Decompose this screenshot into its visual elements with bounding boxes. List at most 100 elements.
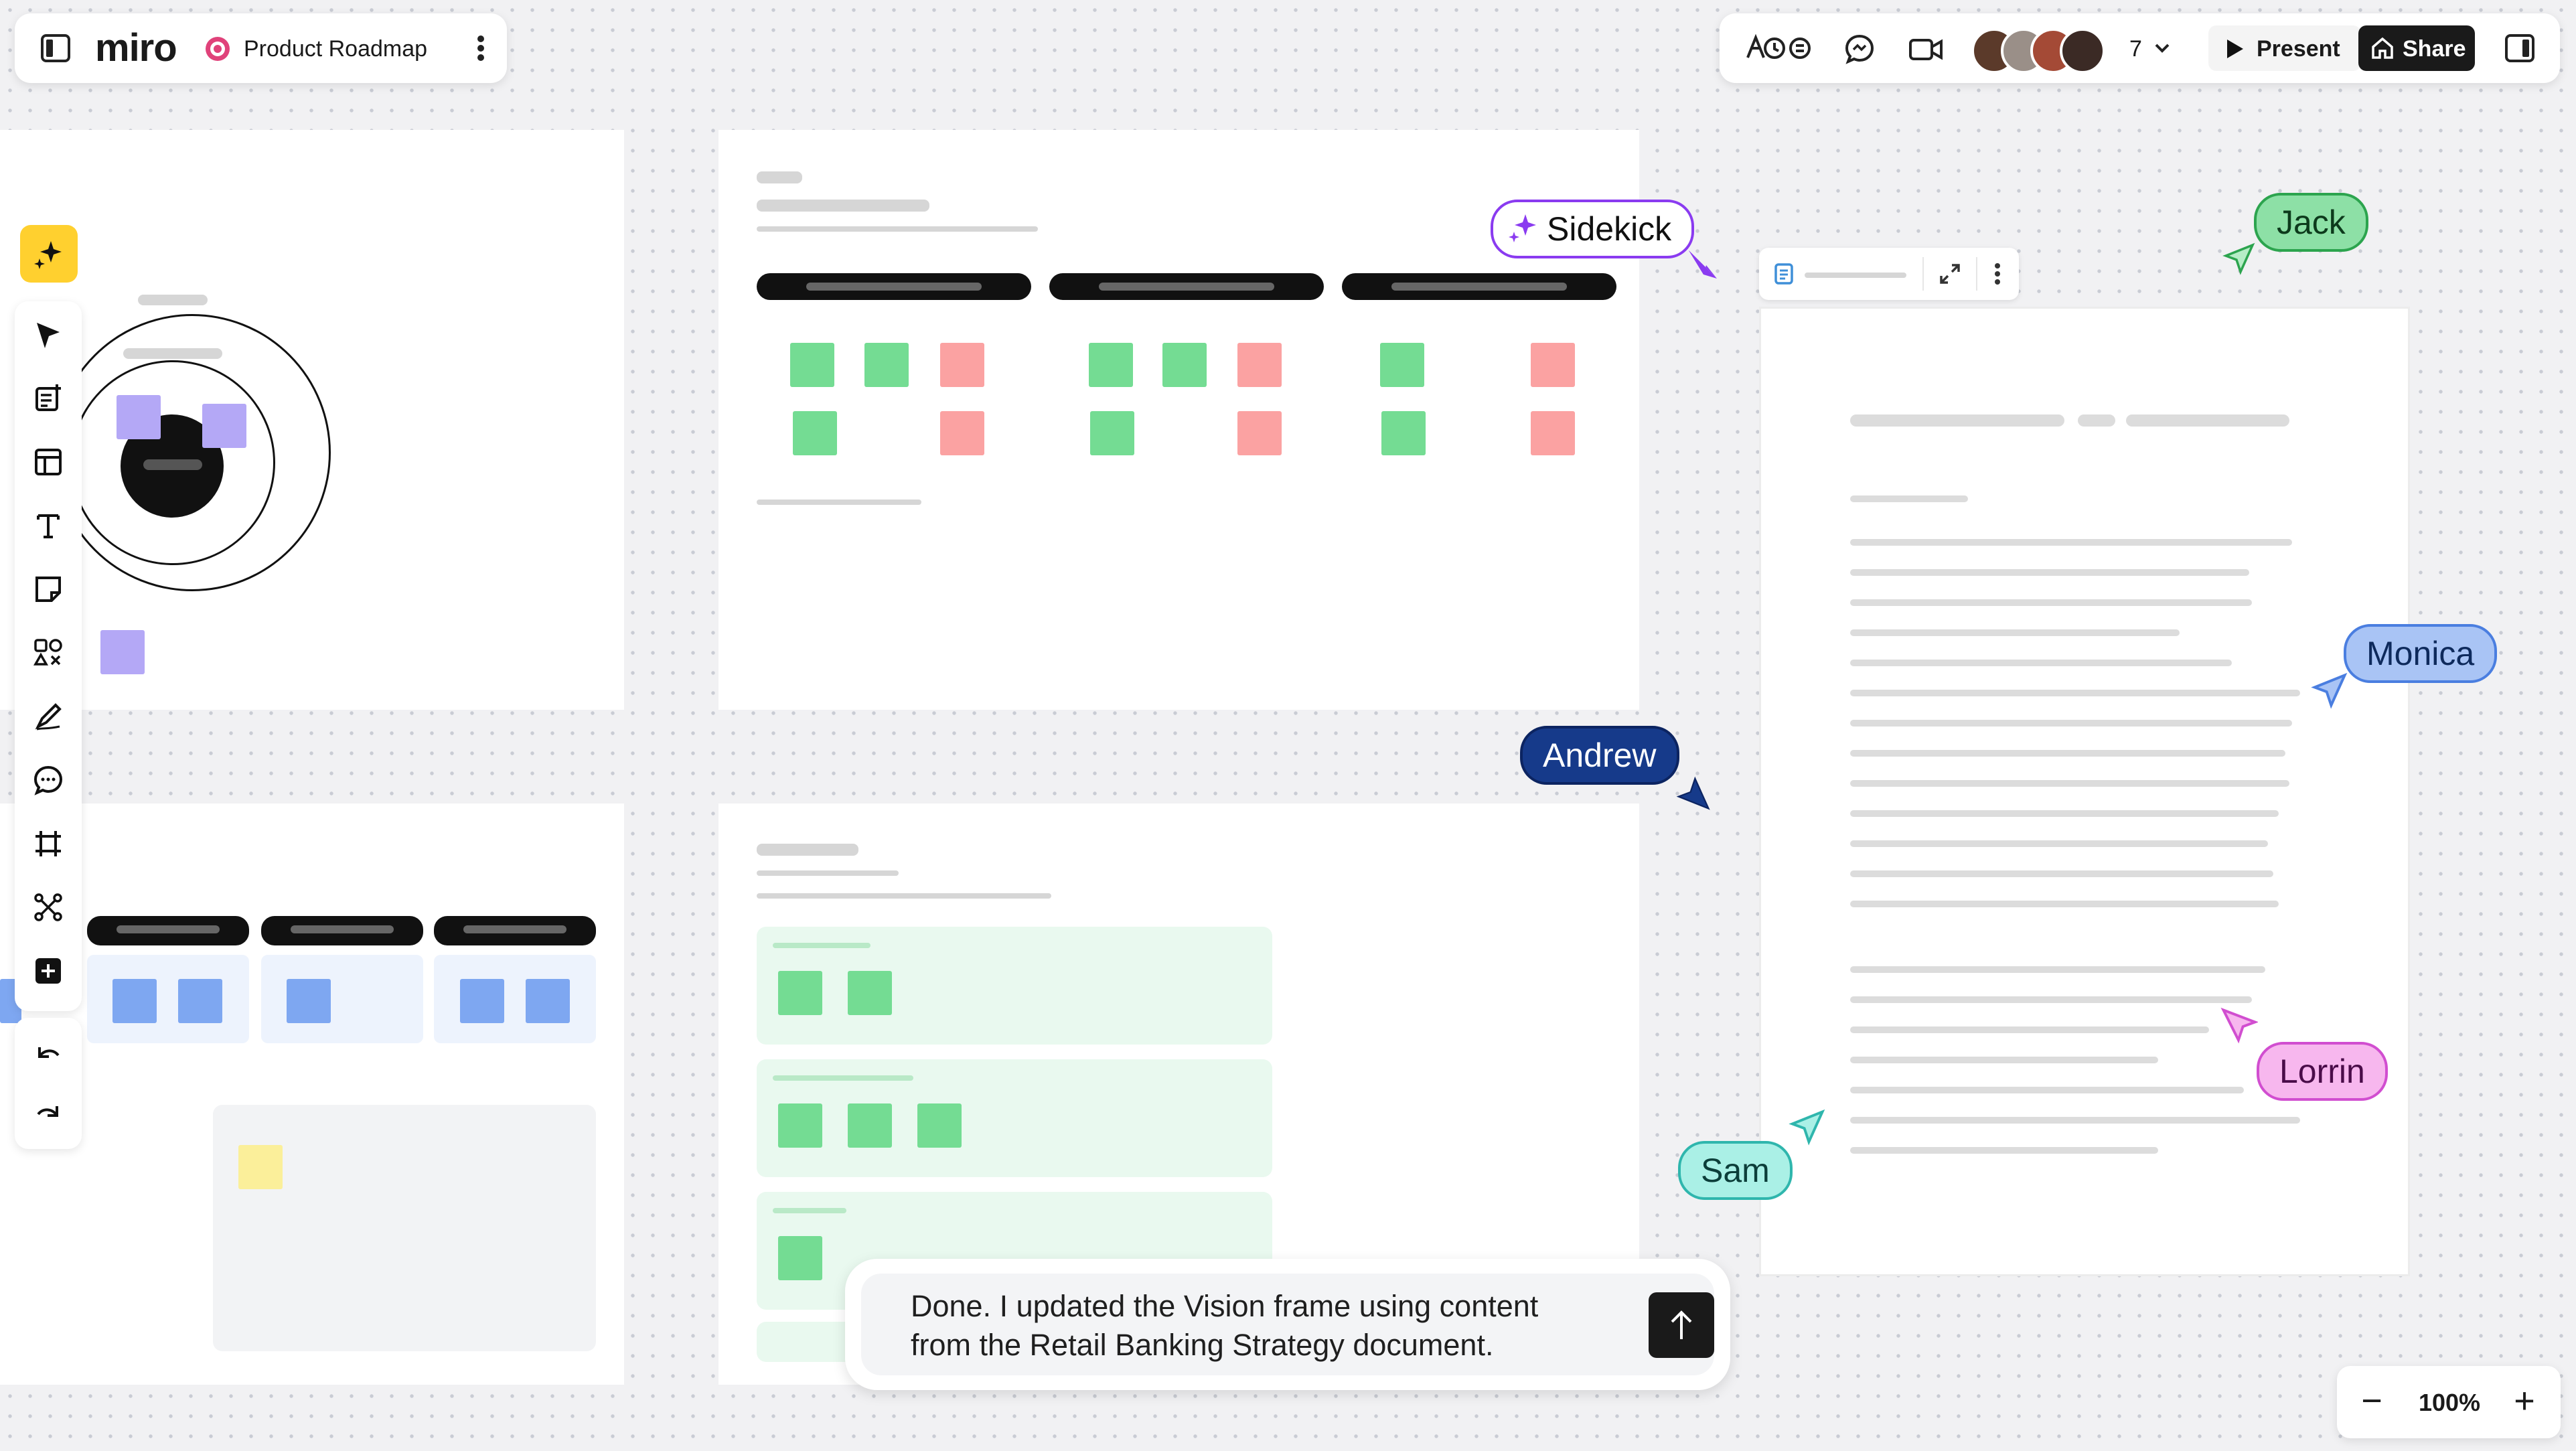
divider (1922, 257, 1924, 291)
sticky-note[interactable] (864, 343, 909, 387)
mindmap-icon (34, 893, 62, 921)
cursor-pointer-icon (1686, 248, 1720, 281)
sticky-note[interactable] (1162, 343, 1207, 387)
sticky-note[interactable] (117, 395, 161, 439)
column-header[interactable] (757, 273, 1031, 300)
board-name[interactable]: Product Roadmap (244, 36, 427, 62)
sticky-note[interactable] (1531, 411, 1575, 455)
frame-vision[interactable] (0, 130, 624, 710)
sticky-note[interactable] (1381, 411, 1426, 455)
sticky-note[interactable] (202, 404, 246, 448)
frame-subtitle-placeholder (757, 893, 1051, 899)
sidebar-toggle-icon[interactable] (40, 33, 71, 63)
doc-text-line (1850, 569, 2249, 576)
frame-title-placeholder (138, 295, 208, 305)
sticky-note[interactable] (778, 1103, 822, 1148)
sticky-note[interactable] (238, 1145, 283, 1189)
sticky-note[interactable] (848, 1103, 892, 1148)
sticky-note[interactable] (1237, 343, 1282, 387)
chevron-down-icon[interactable] (2153, 42, 2171, 55)
column-header[interactable] (434, 916, 596, 945)
sticky-note[interactable] (100, 630, 145, 674)
column-lane (261, 955, 423, 1043)
notes-area[interactable] (213, 1105, 596, 1351)
select-tool[interactable] (15, 312, 82, 359)
cursor-name: Andrew (1543, 737, 1657, 774)
column-header[interactable] (1342, 273, 1616, 300)
sticky-note[interactable] (1089, 343, 1133, 387)
cursor-name: Jack (2277, 204, 2346, 241)
frame-title-placeholder (757, 200, 929, 212)
present-label: Present (2257, 36, 2340, 62)
sticky-note[interactable] (178, 979, 222, 1023)
sticky-note[interactable] (112, 979, 157, 1023)
cursor-label-monica: Monica (2344, 624, 2498, 683)
layout-tool[interactable] (15, 439, 82, 485)
document-toolbar (1759, 248, 2019, 300)
sticky-note[interactable] (940, 411, 984, 455)
document-page[interactable] (1759, 307, 2410, 1276)
undo-button[interactable] (15, 1033, 82, 1079)
chat-icon[interactable] (1844, 33, 1875, 64)
sticky-note-tool[interactable] (15, 566, 82, 613)
doc-text-line (1850, 1147, 2158, 1154)
frame-tool[interactable] (15, 820, 82, 867)
miro-logo[interactable]: miro (95, 25, 177, 70)
frame-roadmap[interactable] (0, 804, 624, 1385)
sticky-note[interactable] (460, 979, 504, 1023)
list-card[interactable] (757, 927, 1272, 1045)
templates-tool[interactable] (15, 375, 82, 422)
cursor-pointer-icon (2220, 1007, 2258, 1045)
column-header[interactable] (87, 916, 249, 945)
sticky-note[interactable] (793, 411, 837, 455)
redo-button[interactable] (15, 1091, 82, 1138)
pen-icon (35, 703, 62, 731)
sticky-note[interactable] (848, 971, 892, 1015)
expand-icon[interactable] (1937, 261, 1963, 287)
sticky-note[interactable] (940, 343, 984, 387)
zoom-level[interactable]: 100% (2412, 1389, 2487, 1417)
panel-toggle-icon[interactable] (2504, 33, 2535, 63)
reactions-icon[interactable] (1744, 31, 1815, 66)
list-card[interactable] (757, 1059, 1272, 1177)
cursor-name: Monica (2366, 635, 2475, 672)
send-button[interactable] (1649, 1292, 1714, 1358)
mindmap-tool[interactable] (15, 884, 82, 931)
text-tool[interactable] (15, 502, 82, 549)
frame-icon (35, 831, 61, 856)
zoom-out-button[interactable]: − (2357, 1381, 2386, 1421)
share-button[interactable]: Share (2358, 25, 2475, 71)
zoom-in-button[interactable]: + (2510, 1381, 2539, 1421)
footer-placeholder (757, 500, 921, 505)
more-vertical-icon[interactable] (1988, 261, 2007, 287)
document-icon[interactable] (1774, 262, 1794, 285)
sticky-note[interactable] (526, 979, 570, 1023)
add-more-tool[interactable] (15, 947, 82, 994)
doc-heading (1850, 414, 2064, 427)
sidekick-button[interactable] (20, 225, 78, 283)
doc-text-line (1850, 720, 2292, 727)
avatar[interactable] (2060, 28, 2105, 74)
doc-text-line (1850, 599, 2252, 606)
list-card-title (773, 1075, 913, 1081)
more-vertical-icon[interactable] (467, 33, 494, 63)
sticky-note[interactable] (790, 343, 834, 387)
sticky-note[interactable] (1380, 343, 1424, 387)
zoom-control: − 100% + (2337, 1366, 2561, 1438)
sticky-note[interactable] (1237, 411, 1282, 455)
video-icon[interactable] (1908, 36, 1943, 63)
sticky-note[interactable] (1531, 343, 1575, 387)
sticky-note[interactable] (778, 1236, 822, 1280)
sticky-note[interactable] (1090, 411, 1134, 455)
comment-tool[interactable] (15, 757, 82, 804)
sticky-note[interactable] (287, 979, 331, 1023)
pen-tool[interactable] (15, 693, 82, 740)
doc-text-line (1850, 539, 2292, 546)
column-header[interactable] (261, 916, 423, 945)
collaborator-count[interactable]: 7 (2129, 36, 2142, 62)
present-button[interactable]: Present (2208, 25, 2361, 71)
shapes-tool[interactable] (15, 629, 82, 676)
column-header[interactable] (1049, 273, 1324, 300)
sticky-note[interactable] (778, 971, 822, 1015)
sticky-note[interactable] (917, 1103, 962, 1148)
